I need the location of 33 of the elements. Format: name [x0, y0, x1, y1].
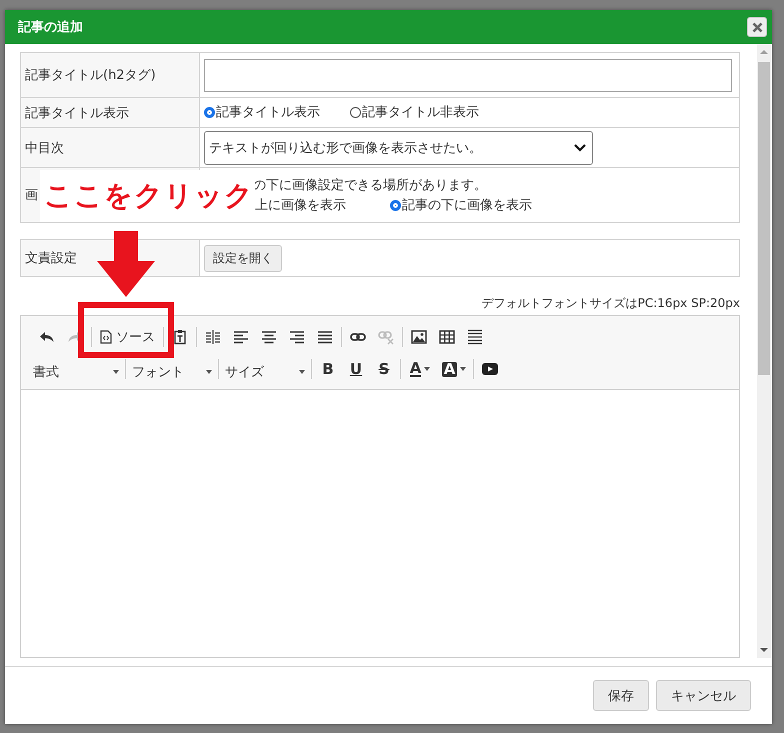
footer-button[interactable]: キャンセル — [656, 680, 751, 711]
source-button[interactable]: ソース — [94, 325, 161, 349]
scrollbar[interactable] — [757, 44, 771, 658]
footer-button[interactable]: 保存 — [593, 680, 649, 711]
chevron-down-icon — [574, 144, 586, 152]
code-file-icon — [100, 330, 112, 344]
select-field[interactable]: テキストが回り込む形で画像を表示させたい。 — [204, 130, 593, 164]
radio-option[interactable]: 記事タイトル表示 — [204, 103, 320, 122]
radio-option[interactable]: 記事の下に画像を表示 — [390, 196, 532, 214]
title-input[interactable] — [204, 58, 732, 92]
video-icon[interactable] — [482, 363, 498, 375]
dropdown[interactable]: サイズ — [221, 364, 309, 380]
underline-button[interactable]: U — [342, 357, 370, 381]
text-color-button[interactable]: A — [403, 357, 437, 381]
down-arrow — [97, 231, 155, 297]
field-label: 記事タイトル表示 — [25, 104, 129, 122]
open-settings-button[interactable]: 設定を開く — [204, 244, 282, 272]
field-label: 画 — [25, 187, 38, 204]
dialog-title: 記事の追加 — [18, 19, 83, 36]
dropdown[interactable]: フォント — [128, 364, 216, 380]
field-label: 中目次 — [25, 140, 64, 156]
close-icon — [752, 22, 762, 32]
annotation-text: ここをクリック — [40, 170, 255, 222]
radio-option[interactable]: 上に画像を表示 — [255, 196, 346, 214]
font-size-note: デフォルトフォントサイズはPC:16px SP:20px — [482, 295, 740, 312]
strikethrough-button[interactable]: S — [370, 357, 398, 381]
background-color-button[interactable]: A — [437, 357, 471, 381]
field-label: 記事タイトル(h2タグ) — [25, 67, 156, 84]
dropdown[interactable]: 書式 — [33, 364, 123, 380]
radio-option[interactable]: 記事タイトル非表示 — [350, 103, 479, 122]
bold-button[interactable]: B — [314, 357, 342, 381]
field-label: 文責設定 — [25, 250, 77, 267]
close-button[interactable] — [747, 17, 767, 37]
